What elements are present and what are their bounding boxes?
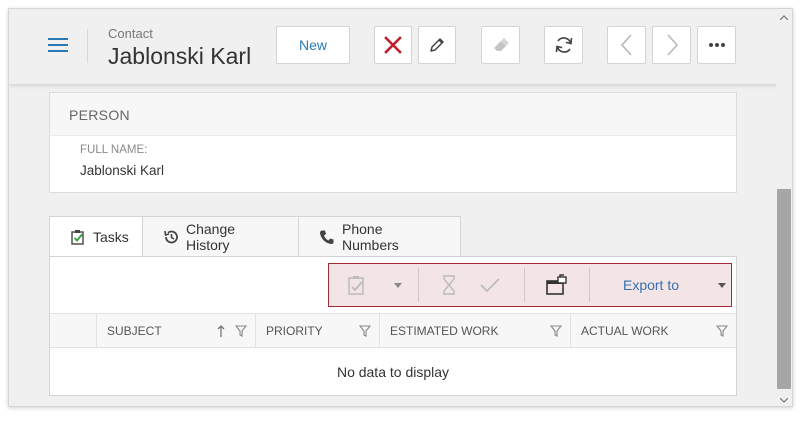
chevron-up-icon (780, 14, 788, 20)
hamburger-icon[interactable] (48, 38, 68, 54)
task-action-dropdown[interactable] (385, 264, 411, 306)
grid-header: SUBJECT PRIORITY ESTIMATED WORK ACTUAL W… (50, 313, 736, 348)
clear-button[interactable] (481, 26, 520, 64)
hourglass-button[interactable] (418, 264, 480, 306)
filter-icon[interactable] (716, 324, 728, 337)
edit-icon (430, 38, 444, 52)
person-panel: PERSON FULL NAME: Jablonski Karl (49, 92, 737, 193)
chevron-right-icon (666, 34, 678, 56)
more-icon (708, 43, 725, 47)
complete-button[interactable] (480, 264, 500, 306)
tab-tasks-label: Tasks (93, 228, 129, 245)
window-group (524, 264, 589, 306)
more-button[interactable] (697, 26, 736, 64)
person-caption: PERSON (50, 93, 736, 136)
status-group (418, 264, 524, 306)
delete-button[interactable] (374, 26, 412, 64)
export-group: Export to (589, 264, 731, 306)
caret-down-icon (394, 282, 402, 288)
title-block: Contact Jablonski Karl (108, 26, 251, 70)
previous-button[interactable] (607, 26, 646, 64)
full-name-label: FULL NAME: (80, 144, 148, 156)
unlock-window-button[interactable] (524, 264, 589, 306)
export-dropdown[interactable] (713, 264, 731, 306)
full-name-value: Jablonski Karl (80, 163, 165, 178)
column-priority[interactable]: PRIORITY (256, 314, 380, 347)
grid-toolbar: Export to (328, 263, 732, 307)
column-estimated-work[interactable]: ESTIMATED WORK (380, 314, 571, 347)
tab-tasks[interactable]: Tasks (49, 216, 143, 257)
new-button[interactable]: New (276, 26, 350, 64)
header-divider (87, 29, 88, 63)
empty-grid-message: No data to display (336, 364, 450, 380)
sort-ascending-icon[interactable] (217, 324, 225, 337)
column-priority-label: PRIORITY (266, 323, 323, 338)
column-actual-work[interactable]: ACTUAL WORK (571, 314, 736, 347)
delete-icon (384, 36, 402, 54)
detail-tabs: Tasks Change History Phone Numbers (49, 216, 461, 257)
edit-button[interactable] (418, 26, 456, 64)
phone-icon (319, 229, 335, 245)
column-subject[interactable]: SUBJECT (97, 314, 256, 347)
eraser-icon (493, 38, 509, 51)
contact-window: Contact Jablonski Karl New PERSON FULL N… (8, 8, 793, 407)
column-actual-work-label: ACTUAL WORK (581, 323, 669, 338)
header-bar: Contact Jablonski Karl New (9, 9, 778, 85)
chevron-left-icon (620, 34, 632, 56)
select-all-column[interactable] (50, 314, 97, 347)
tasks-icon (70, 229, 86, 245)
entity-type-label: Contact (108, 26, 153, 41)
column-subject-label: SUBJECT (107, 323, 162, 338)
scroll-down-arrow[interactable] (776, 392, 792, 406)
caret-down-icon (718, 282, 726, 288)
filter-icon[interactable] (550, 324, 562, 337)
checkmark-icon (480, 278, 500, 293)
hourglass-icon (443, 275, 455, 295)
vertical-scrollbar[interactable] (776, 9, 792, 406)
tab-phone-numbers[interactable]: Phone Numbers (299, 216, 461, 257)
tab-change-history-label: Change History (186, 220, 236, 253)
refresh-button[interactable] (544, 26, 583, 64)
tasks-grid-panel: Export to SUBJECT PRIORITY ESTIMATED WOR… (49, 256, 737, 396)
tab-change-history[interactable]: Change History (143, 216, 299, 257)
scroll-up-arrow[interactable] (776, 9, 792, 25)
export-label: Export to (622, 277, 680, 293)
export-button[interactable]: Export to (589, 264, 713, 306)
column-estimated-work-label: ESTIMATED WORK (390, 323, 499, 338)
task-action-icon (348, 276, 364, 295)
unlock-window-icon (545, 274, 567, 295)
chevron-down-icon (780, 397, 788, 403)
next-button[interactable] (652, 26, 691, 64)
filter-icon[interactable] (359, 324, 371, 337)
task-action-button[interactable] (329, 264, 385, 306)
task-action-group (329, 264, 418, 306)
refresh-icon (555, 37, 572, 53)
filter-icon[interactable] (235, 324, 247, 337)
page-title: Jablonski Karl (108, 43, 252, 69)
tab-phone-numbers-label: Phone Numbers (342, 220, 399, 253)
scroll-thumb[interactable] (777, 189, 791, 389)
history-icon (163, 229, 179, 245)
